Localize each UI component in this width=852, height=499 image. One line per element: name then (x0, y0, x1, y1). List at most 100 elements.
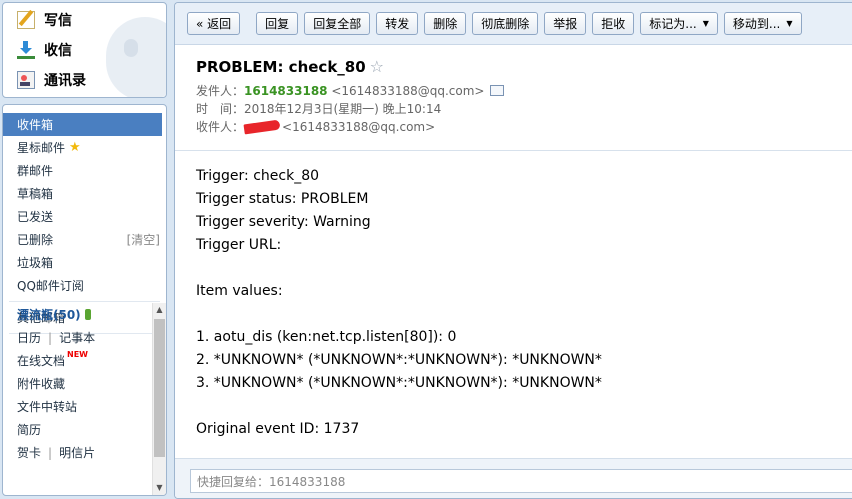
quick-reply-input[interactable]: 快捷回复给：1614833188 (190, 469, 852, 493)
body-line: Trigger severity: Warning (196, 214, 371, 230)
contacts-label: 通讯录 (44, 73, 86, 89)
message-meta: 发件人：1614833188 <1614833188@qq.com> 时 间：2… (196, 82, 852, 136)
redaction-mark (243, 119, 281, 135)
body-line: 2. *UNKNOWN* (*UNKNOWN*:*UNKNOWN*): *UNK… (196, 352, 602, 368)
check-mail-label: 收信 (44, 43, 72, 59)
move-to-dropdown[interactable]: 移动到... ▼ (723, 12, 802, 35)
sender-name[interactable]: 1614833188 (244, 84, 328, 98)
folder-qq-subscriptions[interactable]: QQ邮件订阅 (3, 274, 166, 297)
folder-inbox[interactable]: 收件箱 (3, 113, 162, 136)
time-row: 时 间：2018年12月3日(星期一) 晚上10:14 (196, 100, 852, 118)
folder-panel: 收件箱 星标邮件 ★ 群邮件 草稿箱 已发送 已删除 [清空] 垃圾箱 QQ邮件订阅… (2, 104, 167, 496)
to-row: 收件人： <1614833188@qq.com> (196, 118, 852, 136)
folder-sent[interactable]: 已发送 (3, 205, 166, 228)
inbox-download-icon (17, 41, 35, 59)
body-line (196, 303, 852, 326)
online-docs-link[interactable]: 在线文档 NEW (3, 349, 153, 372)
delete-button[interactable]: 删除 (424, 12, 467, 35)
file-transfer-label: 文件中转站 (17, 400, 78, 414)
folder-label: 垃圾箱 (17, 256, 54, 270)
folder-label: 群邮件 (17, 164, 54, 178)
scroll-up-arrow-icon[interactable]: ▲ (153, 303, 166, 317)
calendar-notepad-row: 日历 | 记事本 (3, 326, 153, 349)
online-docs-label: 在线文档 (17, 354, 66, 368)
star-icon: ★ (69, 140, 81, 155)
folder-drafts[interactable]: 草稿箱 (3, 182, 166, 205)
postcard-link[interactable]: 明信片 (59, 444, 95, 461)
body-line (196, 257, 852, 280)
new-badge: NEW (67, 350, 88, 359)
divider (9, 301, 160, 302)
message-body: Trigger: check_80 Trigger status: PROBLEM… (175, 151, 852, 441)
sender-email: <1614833188@qq.com> (331, 84, 485, 98)
folder-label: 已发送 (17, 210, 54, 224)
delete-forever-button[interactable]: 彻底删除 (472, 12, 539, 35)
contact-card-icon[interactable] (490, 85, 505, 96)
folder-label: 收件箱 (17, 118, 54, 132)
folder-label: 星标邮件 (17, 141, 66, 155)
resume-label: 简历 (17, 423, 42, 437)
folder-label: 草稿箱 (17, 187, 54, 201)
calendar-link[interactable]: 日历 (17, 329, 41, 346)
notepad-link[interactable]: 记事本 (59, 329, 95, 346)
message-toolbar: « 返回 回复 回复全部 转发 删除 彻底删除 举报 拒收 标记为... ▼ 移动… (175, 3, 852, 45)
compose-icon (17, 11, 35, 29)
body-line: Trigger URL: (196, 237, 282, 253)
file-transfer-link[interactable]: 文件中转站 (3, 395, 153, 418)
reply-button[interactable]: 回复 (256, 12, 299, 35)
drift-bottle-link[interactable]: 漂流瓶(50) (3, 303, 153, 326)
star-outline-icon[interactable]: ☆ (370, 57, 384, 76)
move-to-label: 移动到... (732, 17, 781, 31)
body-line: Trigger: check_80 (196, 168, 320, 184)
attachments-label: 附件收藏 (17, 377, 66, 391)
folder-spam[interactable]: 垃圾箱 (3, 251, 166, 274)
folder-scrollbar[interactable]: ▲ ▼ (152, 303, 166, 495)
contacts-icon (17, 71, 35, 89)
time-label: 时 间： (196, 102, 245, 116)
chevron-down-icon: ▼ (702, 19, 709, 28)
pipe-separator: | (48, 445, 53, 460)
time-value: 2018年12月3日(星期一) 晚上10:14 (244, 102, 442, 116)
folder-starred[interactable]: 星标邮件 ★ (3, 136, 166, 159)
message-header: PROBLEM: check_80 ☆ 发件人：1614833188 <1614… (175, 45, 852, 151)
to-label: 收件人： (196, 120, 245, 134)
greeting-card-link[interactable]: 贺卡 (17, 444, 41, 461)
body-line (196, 395, 852, 418)
quick-reply-placeholder: 快捷回复给：1614833188 (197, 474, 346, 489)
apps-list: 漂流瓶(50) 日历 | 记事本 在线文档 NEW 附件收藏 文件中转站 简历 贺… (3, 303, 153, 464)
recipient-email: <1614833188@qq.com> (282, 120, 436, 134)
compose-label: 写信 (44, 13, 72, 29)
forward-button[interactable]: 转发 (376, 12, 419, 35)
bottle-icon (84, 309, 91, 320)
message-subject: PROBLEM: check_80 ☆ (196, 57, 852, 76)
report-button[interactable]: 举报 (544, 12, 587, 35)
body-line: Original event ID: 1737 (196, 421, 360, 437)
attachments-link[interactable]: 附件收藏 (3, 372, 153, 395)
empty-trash-link[interactable]: [清空] (127, 231, 160, 248)
folder-label: 已删除 (17, 233, 54, 247)
mark-as-dropdown[interactable]: 标记为... ▼ (640, 12, 718, 35)
resume-link[interactable]: 简历 (3, 418, 153, 441)
compose-link[interactable]: 写信 (3, 5, 166, 35)
body-line: 1. aotu_dis (ken:net.tcp.listen[80]): 0 (196, 329, 457, 345)
folder-deleted[interactable]: 已删除 [清空] (3, 228, 166, 251)
reject-button[interactable]: 拒收 (592, 12, 635, 35)
subject-text: PROBLEM: check_80 (196, 57, 366, 76)
drift-bottle-label: 漂流瓶(50) (17, 308, 81, 322)
folder-label: QQ邮件订阅 (17, 279, 84, 293)
contacts-link[interactable]: 通讯录 (3, 65, 166, 95)
chevron-down-icon: ▼ (786, 19, 793, 28)
folder-group-mail[interactable]: 群邮件 (3, 159, 166, 182)
scroll-down-arrow-icon[interactable]: ▼ (153, 481, 166, 495)
from-label: 发件人： (196, 84, 245, 98)
body-line: 3. *UNKNOWN* (*UNKNOWN*:*UNKNOWN*): *UNK… (196, 375, 602, 391)
pipe-separator: | (48, 330, 53, 345)
reply-all-button[interactable]: 回复全部 (304, 12, 371, 35)
back-button[interactable]: « 返回 (187, 12, 241, 35)
mark-as-label: 标记为... (649, 17, 697, 31)
body-line: Item values: (196, 283, 283, 299)
from-row: 发件人：1614833188 <1614833188@qq.com> (196, 82, 852, 100)
check-mail-link[interactable]: 收信 (3, 35, 166, 65)
scroll-thumb[interactable] (154, 319, 165, 457)
body-line: Trigger status: PROBLEM (196, 191, 369, 207)
